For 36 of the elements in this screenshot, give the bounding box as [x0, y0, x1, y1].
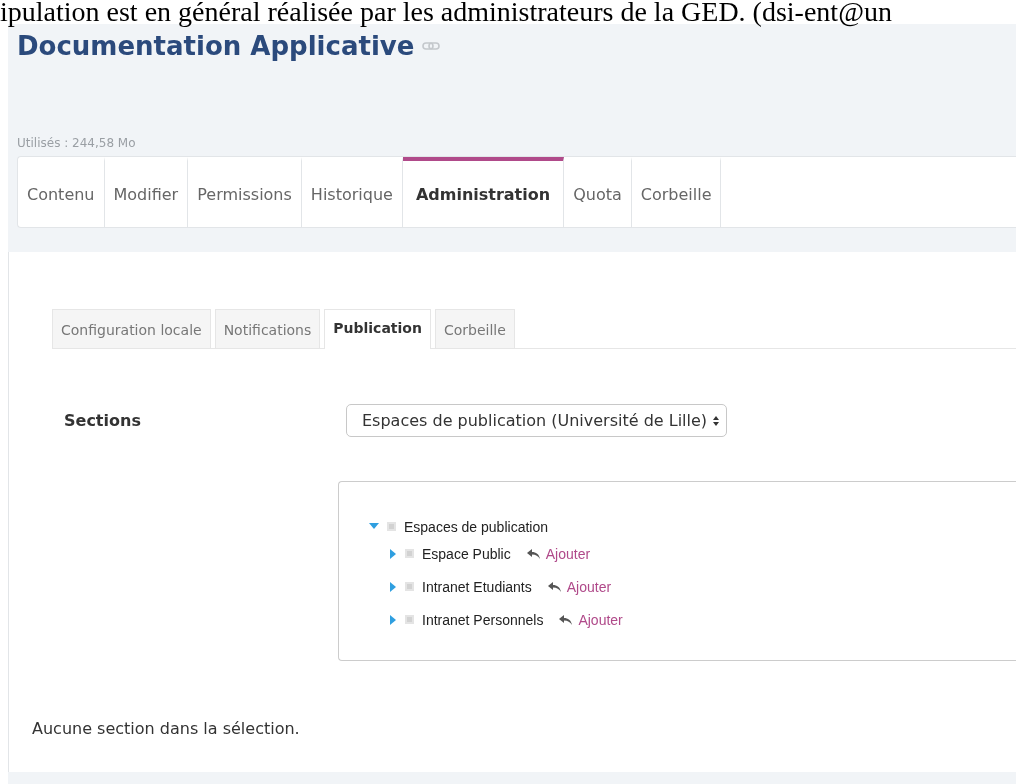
tab[interactable]: Contenu	[18, 157, 105, 227]
sections-dropdown[interactable]: Espaces de publication (Université de Lille)	[346, 404, 728, 437]
reply-arrow-icon	[547, 581, 562, 592]
reply-arrow-icon	[526, 548, 541, 559]
tab[interactable]: Permissions	[188, 157, 302, 227]
add-link[interactable]: Ajouter	[578, 611, 623, 628]
tab[interactable]: Quota	[564, 157, 632, 227]
add-link[interactable]: Ajouter	[545, 545, 591, 562]
node-icon	[405, 549, 414, 558]
tree-item[interactable]: Espaces de publication	[404, 518, 548, 535]
tab[interactable]: Publication	[324, 309, 431, 349]
tab[interactable]: Notifications	[214, 309, 321, 348]
node-icon	[405, 582, 414, 591]
add-link[interactable]: Ajouter	[566, 578, 612, 595]
link-icon[interactable]	[422, 42, 441, 50]
tree-item[interactable]: Intranet Personnels	[422, 611, 544, 628]
tab[interactable]: Corbeille	[631, 157, 722, 227]
page-title: Documentation Applicative	[17, 31, 415, 61]
tab[interactable]: Corbeille	[434, 309, 515, 348]
tab[interactable]: Configuration locale	[52, 309, 211, 348]
collapsed-triangle-icon[interactable]	[390, 581, 397, 592]
tab[interactable]: Historique	[301, 157, 403, 227]
field-label: Sections	[64, 411, 142, 430]
status-message: Aucune section dans la sélection.	[32, 719, 301, 738]
collapsed-triangle-icon[interactable]	[390, 614, 397, 625]
tab[interactable]: Modifier	[104, 157, 189, 227]
collapsed-triangle-icon[interactable]	[390, 548, 397, 559]
expanded-triangle-icon[interactable]	[369, 522, 379, 531]
tree-item[interactable]: Intranet Etudiants	[422, 578, 532, 595]
tab[interactable]: Administration	[402, 157, 565, 227]
quota-text: Utilisés : 244,58 Mo	[17, 136, 137, 152]
reply-arrow-icon	[559, 614, 574, 625]
node-icon	[387, 522, 396, 531]
node-icon	[405, 615, 414, 624]
tree-item[interactable]: Espace Public	[422, 545, 511, 562]
sort-arrows-icon	[712, 414, 721, 427]
